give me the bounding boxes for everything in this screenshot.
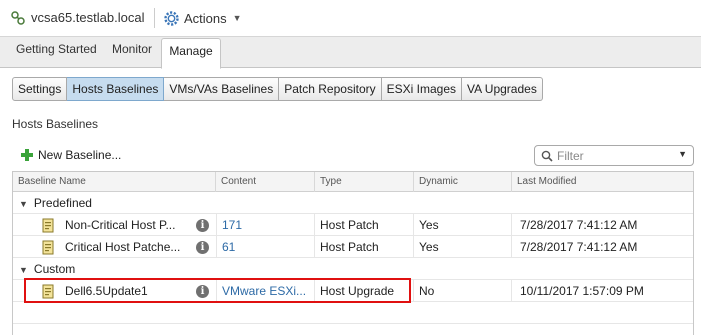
table-row[interactable]: Critical Host Patche... i 61 Host Patch …: [13, 236, 693, 258]
baseline-icon: [42, 218, 54, 233]
dynamic-cell: Yes: [414, 236, 512, 258]
chevron-down-icon: ▼: [232, 13, 242, 23]
baseline-name: Non-Critical Host P...: [65, 218, 176, 232]
group-label: Predefined: [33, 196, 92, 210]
dynamic-cell: Yes: [414, 214, 512, 236]
highlight-box: [24, 278, 411, 303]
sub-tabs: Settings Hosts Baselines VMs/VAs Baselin…: [12, 77, 543, 101]
subtab-settings[interactable]: Settings: [12, 77, 68, 101]
table-row-empty: [13, 302, 693, 324]
content-value[interactable]: 171: [222, 218, 242, 232]
table-header: Baseline Name Content Type Dynamic Last …: [13, 172, 693, 192]
subtab-hosts-baselines[interactable]: Hosts Baselines: [67, 77, 165, 101]
subtab-va-upgrades[interactable]: VA Upgrades: [462, 77, 543, 101]
content-value[interactable]: 61: [222, 240, 235, 254]
type-cell: Host Patch: [315, 214, 414, 236]
plus-icon: [20, 148, 34, 162]
filter-box[interactable]: ▼: [534, 145, 694, 166]
content-link[interactable]: 171: [216, 214, 315, 236]
vcenter-host-icon: [11, 11, 25, 25]
filter-dropdown-icon[interactable]: ▼: [678, 149, 687, 159]
actions-label: Actions: [184, 10, 227, 26]
last-modified-cell: 7/28/2017 7:41:12 AM: [520, 218, 638, 232]
last-modified-cell: 10/11/2017 1:57:09 PM: [520, 284, 644, 298]
section-title: Hosts Baselines: [12, 117, 99, 131]
new-baseline-button[interactable]: New Baseline...: [20, 148, 121, 162]
last-modified-cell: 7/28/2017 7:41:12 AM: [520, 240, 638, 254]
column-header-last-modified[interactable]: Last Modified: [512, 172, 695, 192]
baselines-table: Baseline Name Content Type Dynamic Last …: [12, 171, 694, 335]
group-custom: ▼ Custom: [19, 258, 75, 280]
column-header-content[interactable]: Content: [216, 172, 315, 192]
group-row-predefined[interactable]: ▼ Predefined: [13, 192, 693, 214]
expand-triangle-icon[interactable]: ▼: [19, 193, 28, 215]
host-name: vcsa65.testlab.local: [31, 10, 145, 25]
dynamic-cell: No: [414, 280, 512, 302]
tab-monitor[interactable]: Monitor: [106, 37, 158, 68]
info-icon[interactable]: i: [196, 241, 209, 254]
column-header-dynamic[interactable]: Dynamic: [414, 172, 512, 192]
content-link[interactable]: 61: [216, 236, 315, 258]
baseline-icon: [42, 240, 54, 255]
title-separator: [154, 8, 155, 28]
group-predefined: ▼ Predefined: [19, 192, 92, 214]
baseline-name: Critical Host Patche...: [65, 240, 181, 254]
type-cell: Host Patch: [315, 236, 414, 258]
table-row[interactable]: Non-Critical Host P... i 171 Host Patch …: [13, 214, 693, 236]
new-baseline-label: New Baseline...: [38, 148, 122, 162]
tab-getting-started[interactable]: Getting Started: [10, 37, 103, 68]
column-header-baseline-name[interactable]: Baseline Name: [13, 172, 216, 192]
group-label: Custom: [33, 262, 76, 276]
subtab-patch-repository[interactable]: Patch Repository: [279, 77, 382, 101]
actions-menu[interactable]: Actions ▼: [163, 9, 242, 27]
tab-manage[interactable]: Manage: [161, 38, 221, 69]
main-tabs: Getting Started Monitor Manage: [0, 37, 701, 69]
filter-input[interactable]: [557, 148, 667, 163]
title-bar: vcsa65.testlab.local Actions ▼: [0, 0, 701, 37]
subtab-esxi-images[interactable]: ESXi Images: [381, 77, 462, 101]
gear-icon: [164, 10, 179, 26]
search-icon: [541, 150, 553, 162]
column-header-type[interactable]: Type: [315, 172, 414, 192]
group-row-custom[interactable]: ▼ Custom: [13, 258, 693, 280]
info-icon[interactable]: i: [196, 219, 209, 232]
subtab-vms-vas-baselines[interactable]: VMs/VAs Baselines: [164, 77, 280, 101]
